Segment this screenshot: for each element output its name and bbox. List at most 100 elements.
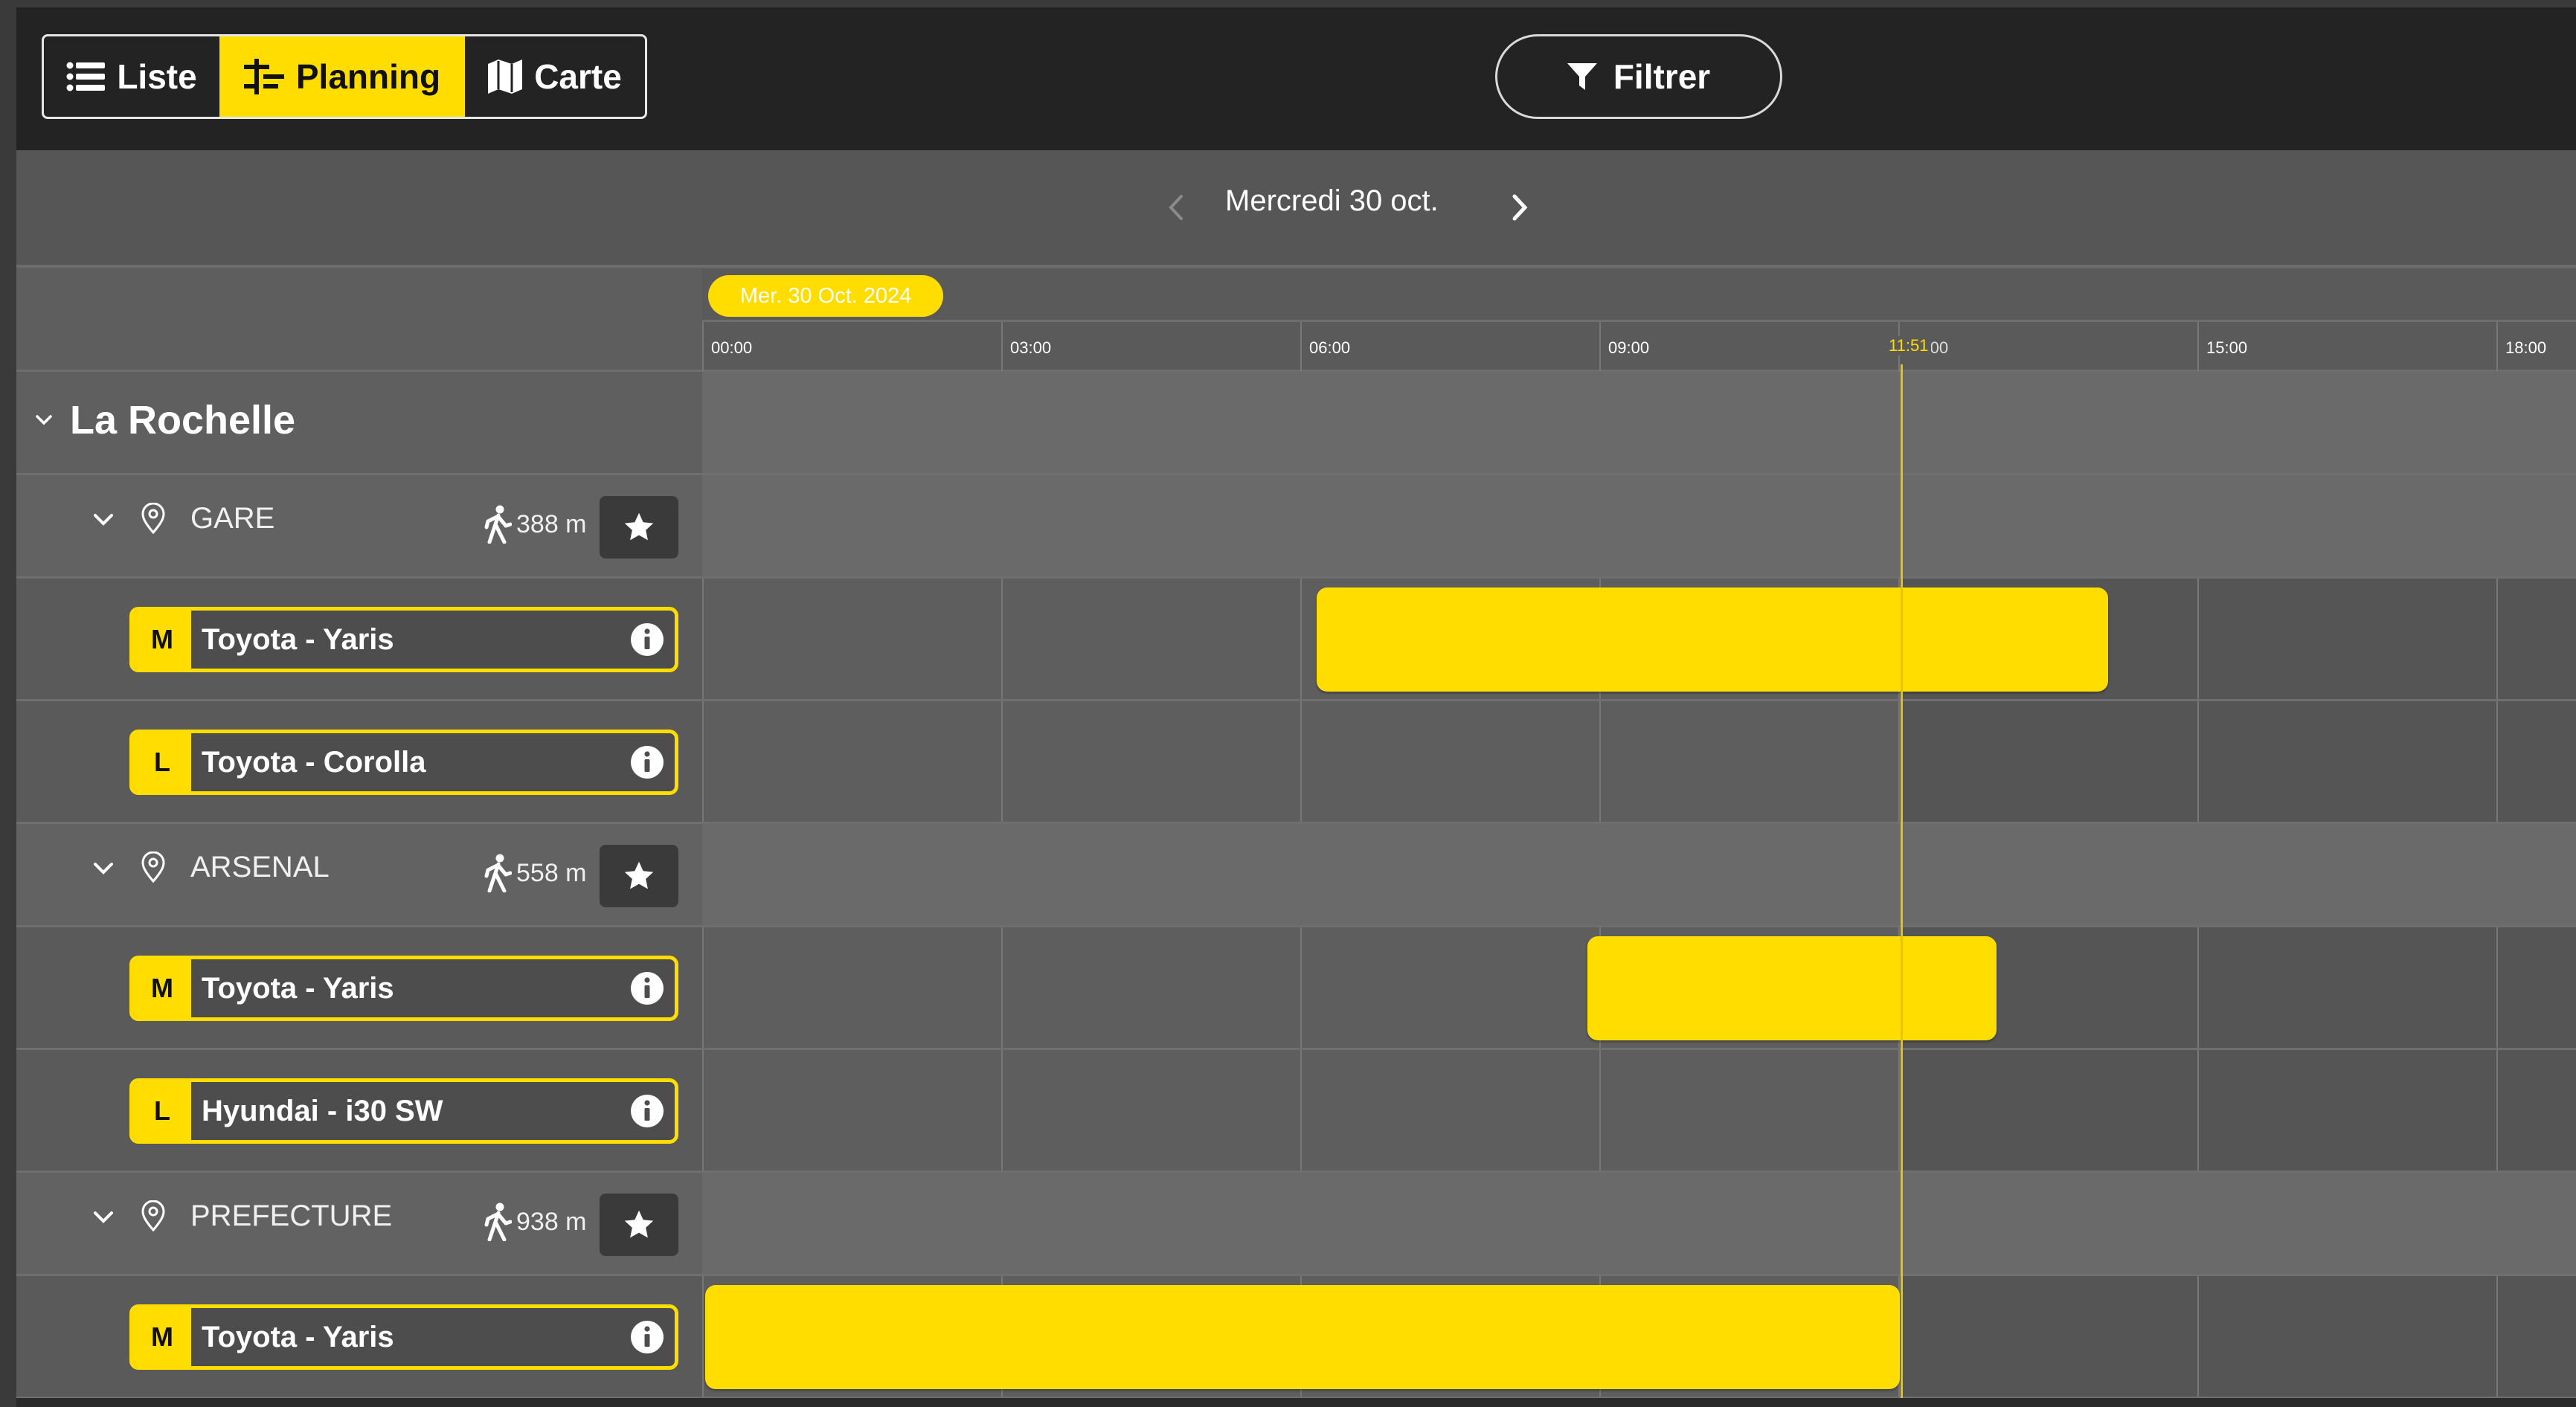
vehicle-size-badge: L — [133, 1082, 191, 1140]
future-time-area — [1898, 701, 2576, 822]
tab-liste-label: Liste — [117, 57, 197, 96]
top-toolbar: Liste Planning Carte Filtrer — [16, 7, 2576, 150]
station-distance: 558 m — [484, 854, 587, 892]
walking-icon — [484, 1202, 512, 1241]
future-time-area — [1898, 1050, 2576, 1171]
booking-bar[interactable] — [1317, 587, 2108, 692]
vehicle-card[interactable]: M Toyota - Yaris — [129, 1304, 678, 1370]
list-icon — [66, 62, 106, 91]
info-icon — [631, 746, 664, 779]
app-frame: Liste Planning Carte Filtrer Mercredi 30… — [16, 7, 2576, 1407]
view-switcher: Liste Planning Carte — [42, 34, 647, 119]
vehicle-card[interactable]: L Toyota - Corolla — [129, 730, 678, 795]
tab-liste[interactable]: Liste — [44, 36, 219, 117]
vehicle-row: M Toyota - Yaris — [16, 1276, 2576, 1399]
planning-icon — [243, 59, 284, 94]
city-name: La Rochelle — [70, 398, 296, 442]
distance-text: 558 m — [516, 858, 587, 887]
location-pin-icon — [141, 502, 165, 534]
current-time-line — [1901, 364, 1903, 1407]
location-pin-icon — [141, 1200, 165, 1231]
distance-text: 388 m — [516, 509, 587, 538]
current-time-label: 11:51 — [1889, 336, 1932, 355]
station-toggle[interactable]: GARE — [91, 502, 274, 535]
info-icon — [631, 623, 664, 656]
info-button[interactable] — [620, 1320, 675, 1354]
walking-icon — [484, 854, 512, 892]
favorite-button[interactable] — [600, 845, 678, 907]
star-icon — [624, 512, 654, 541]
city-toggle[interactable]: La Rochelle — [34, 397, 295, 443]
chevron-down-icon — [36, 415, 52, 425]
time-tick: 03:00 — [1001, 322, 1051, 374]
vehicle-name: Toyota - Yaris — [202, 1320, 394, 1353]
info-button[interactable] — [620, 745, 675, 779]
station-row: ARSENAL 558 m — [16, 824, 2576, 927]
star-icon — [624, 861, 654, 889]
walking-icon — [484, 505, 512, 544]
vehicle-name: Toyota - Yaris — [202, 622, 394, 656]
planning-rows: La Rochelle GARE 388 m M Toyota - Yaris … — [16, 372, 2576, 1399]
vehicle-size-badge: L — [133, 733, 191, 791]
info-icon — [631, 972, 664, 1005]
chevron-down-icon — [94, 1211, 113, 1223]
time-tick: 15:00 — [2197, 322, 2247, 374]
vehicle-row: M Toyota - Yaris — [16, 579, 2576, 701]
station-row: PREFECTURE 938 m — [16, 1173, 2576, 1276]
current-date-label: Mercredi 30 oct. — [1225, 184, 1439, 217]
info-button[interactable] — [620, 971, 675, 1005]
future-time-area — [1898, 1276, 2576, 1397]
tab-carte-label: Carte — [534, 57, 622, 96]
station-row: GARE 388 m — [16, 475, 2576, 579]
filter-button[interactable]: Filtrer — [1495, 34, 1782, 119]
vehicle-name: Hyundai - i30 SW — [202, 1094, 443, 1127]
chevron-right-icon[interactable] — [1501, 189, 1538, 226]
star-icon — [624, 1210, 654, 1238]
vehicle-name: Toyota - Yaris — [202, 971, 394, 1005]
chevron-left-icon[interactable] — [1157, 189, 1195, 226]
info-button[interactable] — [620, 1094, 675, 1128]
tab-carte[interactable]: Carte — [465, 36, 645, 117]
favorite-button[interactable] — [600, 496, 678, 558]
vehicle-size-badge: M — [133, 959, 191, 1017]
station-toggle[interactable]: ARSENAL — [91, 851, 330, 884]
time-tick: 00:00 — [702, 322, 752, 374]
city-row: La Rochelle — [16, 372, 2576, 475]
chevron-down-icon — [94, 513, 113, 526]
info-icon — [631, 1321, 664, 1353]
vehicle-name: Toyota - Corolla — [202, 745, 426, 779]
vehicle-card[interactable]: L Hyundai - i30 SW — [129, 1078, 678, 1144]
station-name: GARE — [190, 502, 275, 535]
vehicle-card[interactable]: M Toyota - Yaris — [129, 956, 678, 1021]
timeline-header-spacer — [16, 269, 702, 370]
info-button[interactable] — [620, 622, 675, 657]
date-pill: Mer. 30 Oct. 2024 — [708, 275, 943, 317]
time-tick: 18:00 — [2496, 322, 2546, 374]
info-icon — [631, 1095, 664, 1127]
chevron-down-icon — [94, 862, 113, 875]
vehicle-size-badge: M — [133, 1308, 191, 1366]
filter-label: Filtrer — [1613, 57, 1711, 96]
station-distance: 938 m — [484, 1202, 587, 1241]
time-tick: 06:00 — [1300, 322, 1350, 374]
future-time-area — [1898, 927, 2576, 1048]
date-navigation: Mercredi 30 oct. — [16, 150, 2576, 268]
time-tick: 09:00 — [1599, 322, 1649, 374]
station-toggle[interactable]: PREFECTURE — [91, 1200, 392, 1233]
location-pin-icon — [141, 851, 165, 883]
vehicle-size-badge: M — [133, 611, 191, 669]
favorite-button[interactable] — [600, 1194, 678, 1256]
tab-planning[interactable]: Planning — [219, 36, 465, 117]
station-name: PREFECTURE — [190, 1200, 393, 1232]
map-icon — [488, 59, 523, 94]
vehicle-row: L Hyundai - i30 SW — [16, 1050, 2576, 1173]
vehicle-row: M Toyota - Yaris — [16, 927, 2576, 1050]
station-name: ARSENAL — [190, 851, 330, 883]
distance-text: 938 m — [516, 1207, 587, 1236]
booking-bar[interactable] — [705, 1285, 1900, 1389]
booking-bar[interactable] — [1587, 936, 1997, 1040]
station-distance: 388 m — [484, 505, 587, 544]
time-ticks: 00:00 03:00 06:00 09:00 12:00 15:00 18:0… — [702, 320, 2576, 374]
timeline-header: Mer. 30 Oct. 2024 00:00 03:00 06:00 09:0… — [16, 269, 2576, 374]
vehicle-card[interactable]: M Toyota - Yaris — [129, 607, 678, 672]
